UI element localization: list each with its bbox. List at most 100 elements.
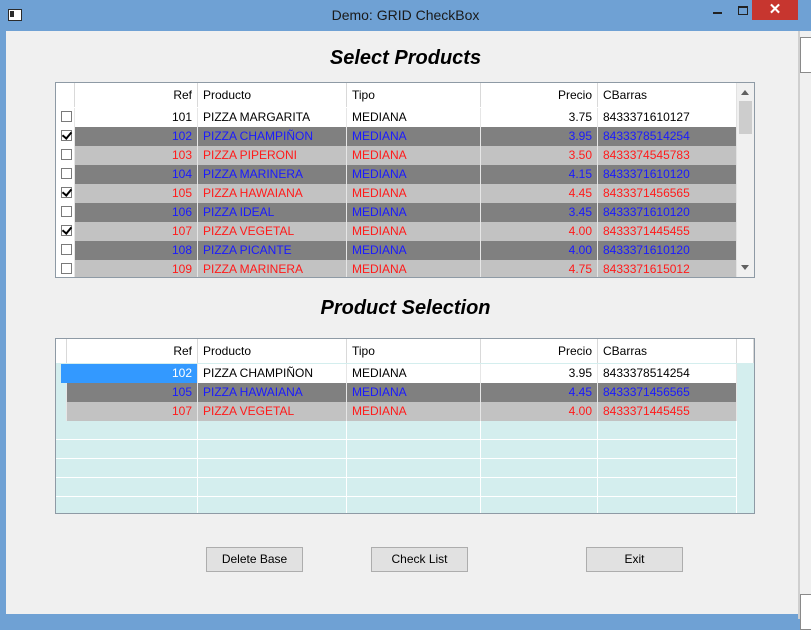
column-header-precio[interactable]: Precio bbox=[481, 339, 598, 363]
table-row[interactable]: 104 PIZZA MARINERA MEDIANA 4.15 843337161012… bbox=[56, 165, 737, 184]
table-row[interactable]: 107 PIZZA VEGETAL MEDIANA 4.00 8433371445455 bbox=[56, 402, 737, 421]
cell-ref[interactable]: 105 bbox=[61, 383, 198, 402]
cell-producto: PIZZA HAWAIANA bbox=[198, 184, 347, 203]
cell-tipo: MEDIANA bbox=[347, 146, 481, 165]
cell-ref: 105 bbox=[75, 184, 198, 203]
empty-cell bbox=[347, 421, 481, 440]
table-row[interactable]: 109 PIZZA MARINERA MEDIANA 4.75 843337161501… bbox=[56, 260, 737, 277]
cell-ref[interactable]: 107 bbox=[61, 402, 198, 421]
table-row[interactable]: 107 PIZZA VEGETAL MEDIANA 4.00 8433371445455 bbox=[56, 222, 737, 241]
cell-cbarras: 8433378514254 bbox=[598, 364, 737, 383]
row-checkbox[interactable] bbox=[61, 130, 72, 141]
checkbox-column-header[interactable] bbox=[56, 83, 75, 107]
empty-cell bbox=[347, 459, 481, 478]
column-header-producto[interactable]: Producto bbox=[198, 83, 347, 107]
cell-ref: 103 bbox=[75, 146, 198, 165]
scroll-up-icon[interactable] bbox=[741, 90, 749, 95]
vertical-scrollbar[interactable] bbox=[736, 83, 754, 277]
column-header-cbarras[interactable]: CBarras bbox=[598, 339, 737, 363]
empty-cell bbox=[347, 478, 481, 497]
checkbox-cell[interactable] bbox=[56, 184, 75, 203]
cell-ref[interactable]: 102 bbox=[61, 364, 198, 383]
cell-tipo: MEDIANA bbox=[347, 108, 481, 127]
exit-button[interactable]: Exit bbox=[586, 547, 683, 572]
cell-precio: 4.15 bbox=[481, 165, 598, 184]
table-row[interactable]: 102 PIZZA CHAMPIÑON MEDIANA 3.95 84333785142… bbox=[56, 127, 737, 146]
empty-cell bbox=[61, 497, 198, 513]
empty-cell bbox=[198, 497, 347, 513]
column-header-producto[interactable]: Producto bbox=[198, 339, 347, 363]
table-row[interactable]: 105 PIZZA HAWAIANA MEDIANA 4.45 843337145656… bbox=[56, 184, 737, 203]
background-window-edge bbox=[798, 31, 811, 630]
cell-tipo: MEDIANA bbox=[347, 184, 481, 203]
cell-tipo: MEDIANA bbox=[347, 222, 481, 241]
delete-base-button[interactable]: Delete Base bbox=[206, 547, 303, 572]
column-header-cbarras[interactable]: CBarras bbox=[598, 83, 737, 107]
window-title: Demo: GRID CheckBox bbox=[331, 7, 480, 23]
row-checkbox[interactable] bbox=[61, 187, 72, 198]
row-checkbox[interactable] bbox=[61, 168, 72, 179]
background-window-fragment bbox=[800, 594, 811, 630]
empty-cell bbox=[481, 440, 598, 459]
cell-tipo: MEDIANA bbox=[347, 402, 481, 421]
scrollbar-thumb[interactable] bbox=[739, 101, 752, 134]
empty-cell bbox=[481, 459, 598, 478]
row-checkbox[interactable] bbox=[61, 206, 72, 217]
cell-tipo: MEDIANA bbox=[347, 165, 481, 184]
table-row[interactable]: 103 PIZZA PIPERONI MEDIANA 3.50 843337454578… bbox=[56, 146, 737, 165]
empty-row bbox=[56, 440, 737, 459]
column-header-tipo[interactable]: Tipo bbox=[347, 83, 481, 107]
checkbox-cell[interactable] bbox=[56, 146, 75, 165]
cell-producto: PIZZA IDEAL bbox=[198, 203, 347, 222]
row-checkbox[interactable] bbox=[61, 111, 72, 122]
cell-cbarras: 8433371615012 bbox=[598, 260, 737, 277]
title-bar: Demo: GRID CheckBox ✕ bbox=[0, 0, 811, 31]
cell-precio: 4.00 bbox=[481, 402, 598, 421]
table-row[interactable]: 108 PIZZA PICANTE MEDIANA 4.00 8433371610120 bbox=[56, 241, 737, 260]
table-row[interactable]: 102 PIZZA CHAMPIÑON MEDIANA 3.95 84333785142… bbox=[56, 364, 737, 383]
row-checkbox[interactable] bbox=[61, 244, 72, 255]
checkbox-cell[interactable] bbox=[56, 222, 75, 241]
cell-producto: PIZZA MARINERA bbox=[198, 260, 347, 277]
select-products-grid[interactable]: Ref Producto Tipo Precio CBarras 101 PIZZ… bbox=[55, 82, 755, 278]
column-header-precio[interactable]: Precio bbox=[481, 83, 598, 107]
checkbox-cell[interactable] bbox=[56, 203, 75, 222]
cell-producto: PIZZA PIPERONI bbox=[198, 146, 347, 165]
row-checkbox[interactable] bbox=[61, 225, 72, 236]
cell-cbarras: 8433371610127 bbox=[598, 108, 737, 127]
checkbox-cell[interactable] bbox=[56, 127, 75, 146]
cell-tipo: MEDIANA bbox=[347, 383, 481, 402]
empty-cell bbox=[61, 421, 198, 440]
cell-cbarras: 8433371445455 bbox=[598, 222, 737, 241]
cell-ref: 106 bbox=[75, 203, 198, 222]
column-header-ref[interactable]: Ref bbox=[61, 339, 198, 363]
table-row[interactable]: 101 PIZZA MARGARITA MEDIANA 3.75 84333716101… bbox=[56, 108, 737, 127]
row-checkbox[interactable] bbox=[61, 263, 72, 274]
scroll-down-icon[interactable] bbox=[741, 265, 749, 270]
checkbox-cell[interactable] bbox=[56, 165, 75, 184]
empty-cell bbox=[598, 497, 737, 513]
empty-cell bbox=[198, 421, 347, 440]
empty-cell bbox=[481, 421, 598, 440]
row-checkbox[interactable] bbox=[61, 149, 72, 160]
product-selection-grid[interactable]: Ref Producto Tipo Precio CBarras 102 PIZZ… bbox=[55, 338, 755, 514]
cell-cbarras: 8433371610120 bbox=[598, 203, 737, 222]
checkbox-cell[interactable] bbox=[56, 241, 75, 260]
column-header-tipo[interactable]: Tipo bbox=[347, 339, 481, 363]
check-list-button[interactable]: Check List bbox=[371, 547, 468, 572]
grid-header: Ref Producto Tipo Precio CBarras bbox=[56, 83, 737, 107]
maximize-icon[interactable] bbox=[734, 0, 752, 22]
close-icon[interactable]: ✕ bbox=[752, 0, 798, 20]
cell-tipo: MEDIANA bbox=[347, 241, 481, 260]
minimize-icon[interactable] bbox=[700, 0, 734, 22]
column-header-ref[interactable]: Ref bbox=[75, 83, 198, 107]
table-row[interactable]: 105 PIZZA HAWAIANA MEDIANA 4.45 843337145656… bbox=[56, 383, 737, 402]
checkbox-cell[interactable] bbox=[56, 108, 75, 127]
table-row[interactable]: 106 PIZZA IDEAL MEDIANA 3.45 8433371610120 bbox=[56, 203, 737, 222]
empty-cell bbox=[198, 459, 347, 478]
cell-precio: 4.00 bbox=[481, 222, 598, 241]
checkbox-cell[interactable] bbox=[56, 260, 75, 277]
empty-row bbox=[56, 497, 737, 513]
empty-cell bbox=[61, 459, 198, 478]
app-window: Demo: GRID CheckBox ✕ Select Products Re… bbox=[0, 0, 811, 630]
